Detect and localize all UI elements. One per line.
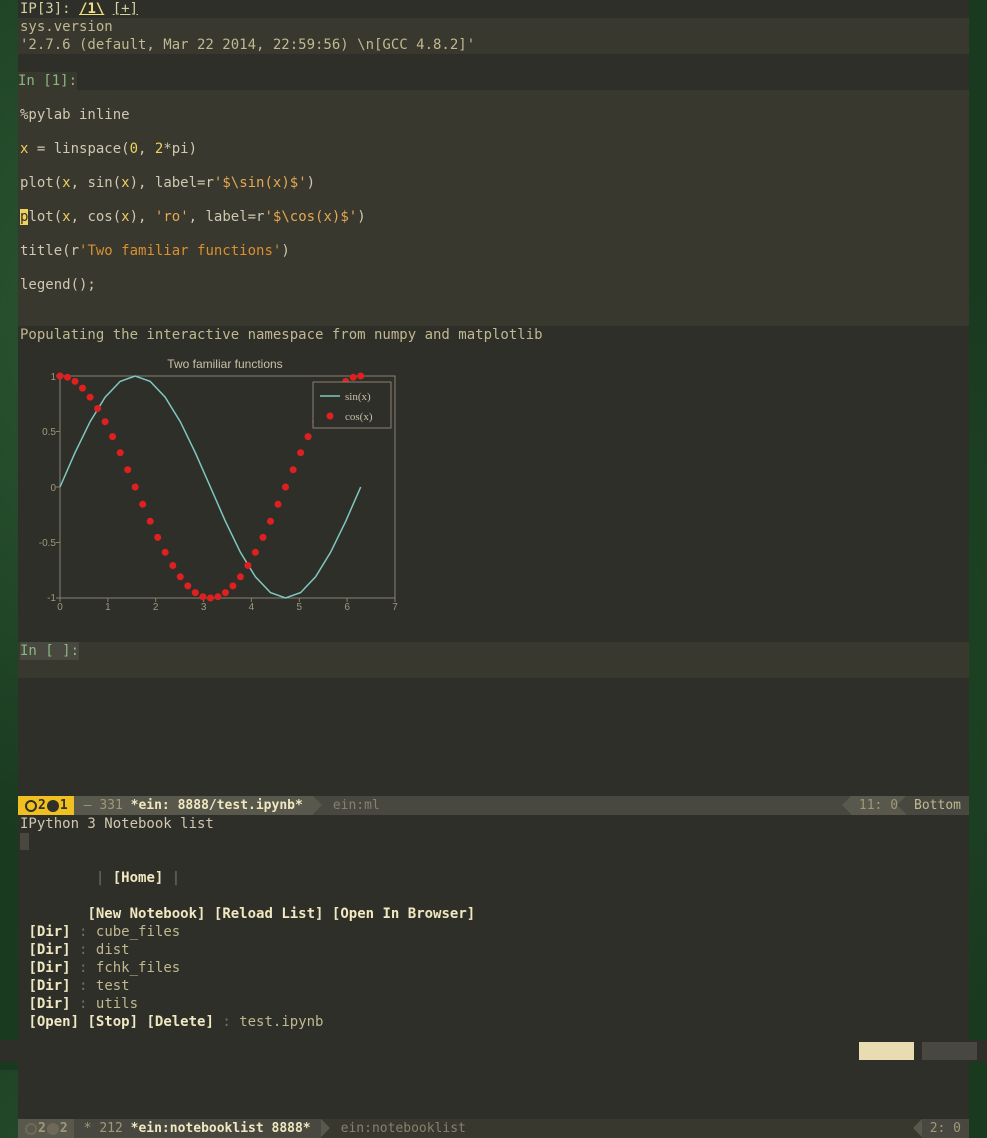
svg-text:0.5: 0.5 — [42, 427, 56, 438]
svg-text:5: 5 — [297, 602, 303, 613]
breadcrumb: | [Home] | — [20, 851, 967, 869]
svg-text:sin(x): sin(x) — [345, 391, 371, 403]
cell-in-1-header: In [1]: — [18, 72, 969, 90]
add-cell-button[interactable]: [+] — [113, 0, 138, 18]
dir-button[interactable]: [Dir] — [28, 978, 70, 994]
in-prompt-empty: In [ ]: — [20, 642, 79, 660]
entry-name[interactable]: cube_files — [96, 924, 180, 940]
buffer-name[interactable]: *ein:notebooklist 8888* — [131, 1121, 311, 1136]
notebook-list-title: IPython 3 Notebook list — [20, 815, 967, 833]
cell-in-empty[interactable]: In [ ]: — [18, 642, 969, 660]
svg-text:cos(x): cos(x) — [345, 411, 373, 423]
entry-name[interactable]: fchk_files — [96, 960, 180, 976]
svg-text:-0.5: -0.5 — [39, 538, 57, 549]
major-mode: ein:ml — [313, 798, 380, 813]
list-item: [Dir] : utils — [20, 995, 967, 1013]
legend: sin(x) cos(x) — [313, 382, 391, 428]
kernel-link[interactable]: /1\ — [79, 0, 104, 18]
modeline-main: — 331 *ein: 8888/test.ipynb* — [74, 796, 313, 815]
dir-button[interactable]: [Dir] — [28, 924, 70, 940]
modeline-bottom: 2 2 * 212 *ein:notebooklist 8888* ein:no… — [18, 1119, 969, 1138]
output-line: '2.7.6 (default, Mar 22 2014, 22:59:56) … — [20, 36, 967, 54]
svg-text:1: 1 — [50, 372, 56, 383]
spacer — [18, 54, 969, 72]
dir-button[interactable]: [Dir] — [28, 996, 70, 1012]
modeline-badges: 2 2 — [18, 1119, 74, 1138]
filler — [18, 678, 969, 796]
in-prompt: In [1]: — [18, 72, 77, 90]
stop-button[interactable]: [Stop] — [87, 1014, 138, 1030]
empty-cell-body[interactable] — [18, 660, 969, 678]
modeline-main: * 212 *ein:notebooklist 8888* — [74, 1119, 321, 1138]
dir-button[interactable]: [Dir] — [28, 960, 70, 976]
svg-text:0: 0 — [57, 602, 63, 613]
entry-name[interactable]: dist — [96, 942, 130, 958]
top-pane: IP[3]: /1\ [+] sys.version '2.7.6 (defau… — [18, 0, 969, 796]
list-item: [Dir] : fchk_files — [20, 959, 967, 977]
chart-svg: Two familiar functions 1 0.5 0 -0.5 -1 — [20, 352, 415, 617]
major-mode: ein:notebooklist — [321, 1121, 466, 1136]
win-indicator-icon — [25, 1123, 37, 1135]
output-line: sys.version — [20, 18, 967, 36]
chart-title: Two familiar functions — [167, 357, 282, 371]
entry-name[interactable]: test.ipynb — [239, 1014, 323, 1030]
bottom-pane: IPython 3 Notebook list | [Home] | [New … — [18, 815, 969, 1119]
home-link[interactable]: [Home] — [113, 870, 164, 886]
svg-text:1: 1 — [105, 602, 111, 613]
win-indicator-icon — [25, 800, 37, 812]
buffer-name[interactable]: *ein: 8888/test.ipynb* — [131, 798, 303, 813]
spacer — [18, 624, 969, 642]
entry-name[interactable]: utils — [96, 996, 138, 1012]
tray-block — [859, 1042, 914, 1060]
svg-text:0: 0 — [50, 483, 56, 494]
modeline-top: 2 1 — 331 *ein: 8888/test.ipynb* ein:ml … — [18, 796, 969, 815]
modeline-badges: 2 1 — [18, 796, 74, 815]
minibuffer — [0, 1040, 987, 1062]
list-item: [Dir] : test — [20, 977, 967, 995]
code-line: %pylab inline — [20, 107, 130, 123]
cell-output-3: sys.version '2.7.6 (default, Mar 22 2014… — [18, 18, 969, 54]
win-indicator-icon — [47, 1123, 59, 1135]
dir-button[interactable]: [Dir] — [28, 942, 70, 958]
svg-text:2: 2 — [153, 602, 159, 613]
ip-label: IP[3]: — [20, 0, 79, 18]
modeline-location: Bottom — [906, 796, 969, 815]
list-item: [Dir] : dist — [20, 941, 967, 959]
modeline-position: 2: 0 — [922, 1119, 969, 1138]
new-notebook-button[interactable]: [New Notebook] — [87, 906, 205, 922]
svg-text:6: 6 — [344, 602, 350, 613]
delete-button[interactable]: [Delete] — [146, 1014, 213, 1030]
reload-list-button[interactable]: [Reload List] — [214, 906, 324, 922]
open-in-browser-button[interactable]: [Open In Browser] — [332, 906, 475, 922]
svg-text:-1: -1 — [47, 593, 56, 604]
open-button[interactable]: [Open] — [28, 1014, 79, 1030]
svg-text:7: 7 — [392, 602, 398, 613]
emacs-frame: IP[3]: /1\ [+] sys.version '2.7.6 (defau… — [18, 0, 969, 1040]
entry-name[interactable]: test — [96, 978, 130, 994]
list-item: [Dir] : cube_files — [20, 923, 967, 941]
tray-block — [922, 1042, 977, 1060]
win-indicator-icon — [47, 800, 59, 812]
notebook-list: IPython 3 Notebook list | [Home] | [New … — [18, 815, 969, 1031]
notebook-actions: [New Notebook] [Reload List] [Open In Br… — [20, 887, 967, 905]
list-item: [Open] [Stop] [Delete] : test.ipynb — [20, 1013, 967, 1031]
populate-message: Populating the interactive namespace fro… — [18, 326, 969, 344]
ipython-header: IP[3]: /1\ [+] — [18, 0, 969, 18]
svg-text:3: 3 — [201, 602, 207, 613]
cursor — [20, 833, 29, 850]
cell-in-1-code[interactable]: %pylab inline x = linspace(0, 2*pi) plot… — [18, 90, 969, 326]
svg-text:4: 4 — [249, 602, 255, 613]
plot-output: Two familiar functions 1 0.5 0 -0.5 -1 — [18, 344, 969, 624]
